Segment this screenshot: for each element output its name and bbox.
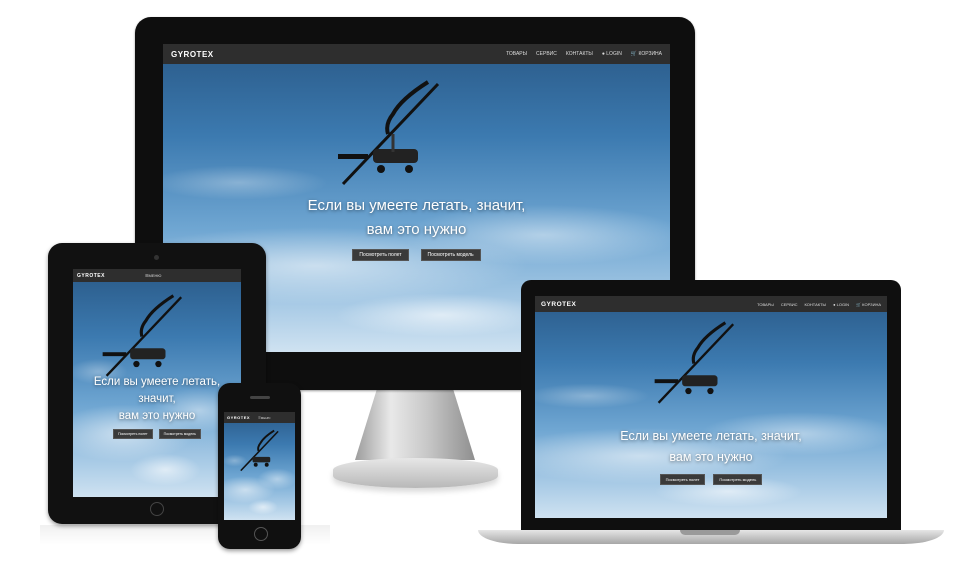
nav-cart-label: КОРЗИНА — [638, 51, 662, 57]
nav-login[interactable]: ● LOGIN — [833, 302, 849, 307]
website-hero: GYROTEX ☰МЕНЮ Если вы умеете летать, зна… — [73, 269, 241, 497]
hero-line-1: Если вы умеете летать, — [93, 376, 221, 388]
nav-login-label: LOGIN — [836, 301, 850, 307]
tablet-camera — [154, 255, 159, 260]
nav-contacts[interactable]: КОНТАКТЫ — [805, 302, 827, 307]
nav-login-label: LOGIN — [606, 51, 622, 57]
hero-buttons: Посмотреть полет Посмотреть модель — [535, 474, 887, 485]
phone-home-button — [254, 527, 268, 541]
nav-cart-label: КОРЗИНА — [862, 301, 881, 307]
nav-login[interactable]: ● LOGIN — [602, 51, 622, 57]
hero-title: Если вы умеете летать, значит, вам это н… — [73, 374, 241, 425]
hero-buttons: Посмотреть полет Посмотреть модель — [73, 429, 241, 439]
nav-service[interactable]: СЕРВИС — [781, 302, 798, 307]
menu-toggle[interactable]: ☰МЕНЮ — [258, 416, 270, 420]
gyroplane-image — [654, 321, 735, 404]
phone-speaker — [250, 396, 270, 399]
nav-cart[interactable]: 🛒 КОРЗИНА — [631, 51, 662, 57]
hero-line-3: вам это нужно — [118, 410, 196, 422]
monitor-stand-neck — [355, 390, 475, 460]
gyroplane-image — [102, 294, 183, 377]
tablet-home-button — [150, 502, 164, 516]
hero-title: Если вы умеете летать, значит, вам это н… — [163, 194, 670, 242]
hero-line-1: Если вы умеете летать, значит, — [307, 197, 526, 214]
nav-service[interactable]: СЕРВИС — [536, 51, 557, 57]
hero-line-2: вам это нужно — [366, 221, 467, 238]
site-navbar: GYROTEX ☰МЕНЮ — [224, 412, 295, 423]
nav-contacts[interactable]: КОНТАКТЫ — [566, 51, 593, 57]
site-logo[interactable]: GYROTEX — [77, 273, 105, 279]
watch-flight-button[interactable]: Посмотреть полет — [352, 249, 409, 261]
menu-label: МЕНЮ — [260, 415, 271, 420]
nav-products[interactable]: ТОВАРЫ — [506, 51, 527, 57]
view-model-button[interactable]: Посмотреть модель — [158, 429, 201, 439]
gyroplane-image — [338, 80, 440, 186]
monitor-stand-base — [333, 458, 498, 488]
watch-flight-button[interactable]: Посмотреть полет — [113, 429, 153, 439]
hero-line-2: вам это нужно — [669, 450, 753, 464]
site-navbar: GYROTEX ТОВАРЫ СЕРВИС КОНТАКТЫ ● LOGIN 🛒… — [163, 44, 670, 64]
website-hero: GYROTEX ☰МЕНЮ — [224, 412, 295, 520]
phone-screen: GYROTEX ☰МЕНЮ — [224, 412, 295, 520]
site-logo[interactable]: GYROTEX — [171, 50, 214, 59]
nav-products[interactable]: ТОВАРЫ — [757, 302, 774, 307]
view-model-button[interactable]: Посмотреть модель — [420, 249, 481, 261]
hero-title: Если вы умеете летать, значит, вам это н… — [535, 426, 887, 468]
tablet-screen: GYROTEX ☰МЕНЮ Если вы умеете летать, зна… — [73, 269, 241, 497]
menu-label: МЕНЮ — [148, 273, 162, 278]
site-navbar: GYROTEX ☰МЕНЮ — [73, 269, 241, 282]
laptop-screen: GYROTEX ТОВАРЫ СЕРВИС КОНТАКТЫ ● LOGIN 🛒… — [535, 296, 887, 518]
hero-line-1: Если вы умеете летать, значит, — [620, 429, 802, 443]
site-logo[interactable]: GYROTEX — [227, 415, 250, 420]
site-navbar: GYROTEX ТОВАРЫ СЕРВИС КОНТАКТЫ ● LOGIN 🛒… — [535, 296, 887, 312]
view-model-button[interactable]: Посмотреть модель — [713, 474, 763, 485]
laptop-notch — [680, 530, 740, 535]
nav-cart[interactable]: 🛒 КОРЗИНА — [856, 302, 881, 307]
site-logo[interactable]: GYROTEX — [541, 301, 576, 308]
gyroplane-image — [240, 429, 279, 472]
menu-toggle[interactable]: ☰МЕНЮ — [145, 273, 162, 278]
website-hero: GYROTEX ТОВАРЫ СЕРВИС КОНТАКТЫ ● LOGIN 🛒… — [535, 296, 887, 518]
hero-line-2: значит, — [138, 393, 176, 405]
watch-flight-button[interactable]: Посмотреть полет — [659, 474, 706, 485]
